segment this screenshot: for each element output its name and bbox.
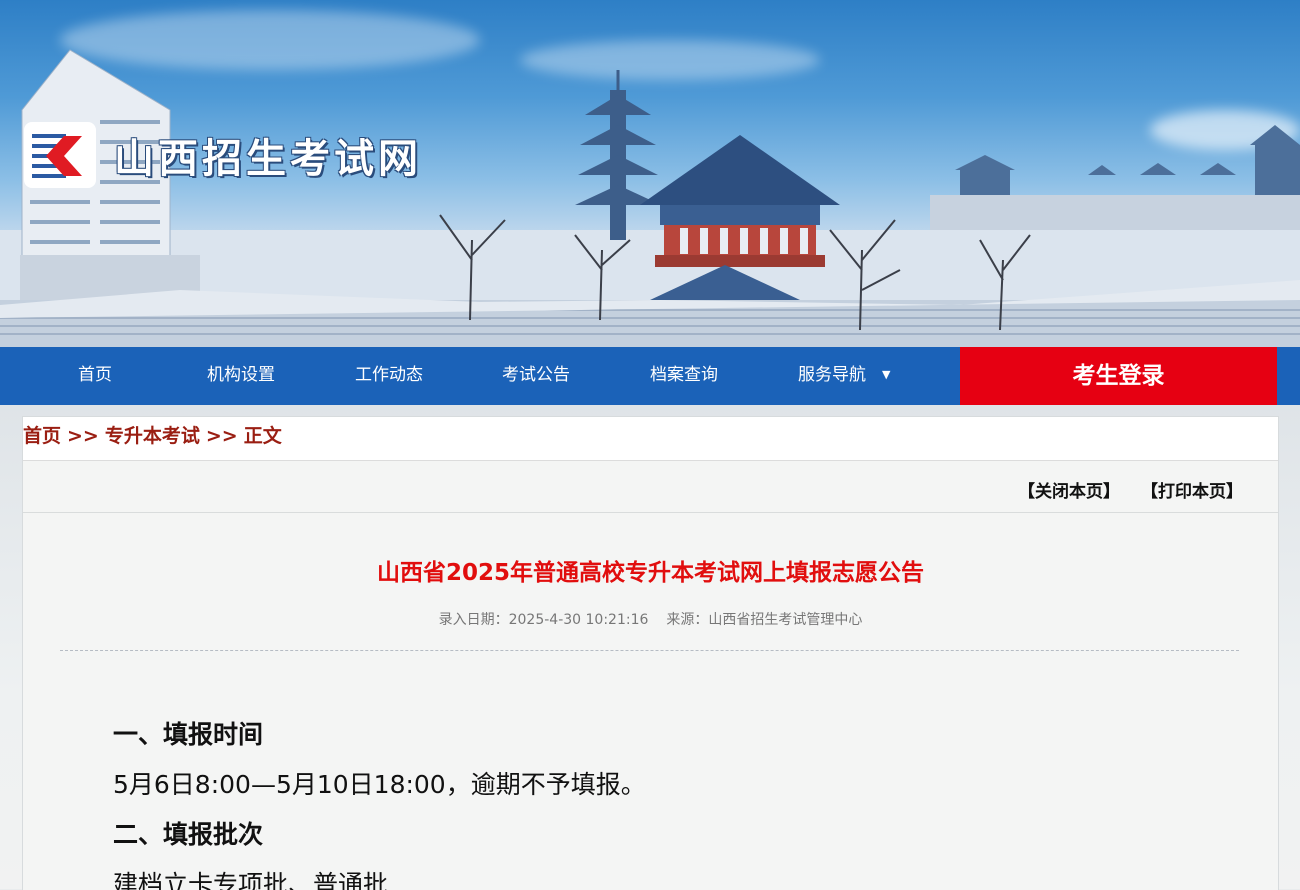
date-label: 录入日期： [438,612,509,628]
section-text: 5月6日8:00—5月10日18:00，逾期不予填报。 [113,770,646,799]
nav-item-work-news[interactable]: 工作动态 [355,347,423,405]
article-body: 一、填报时间 5月6日8:00—5月10日18:00，逾期不予填报。 二、填报批… [113,717,1213,890]
caret-down-icon: ▼ [882,368,891,381]
main-nav: 首页 机构设置 工作动态 考试公告 档案查询 服务导航 ▼ 考生登录 [0,347,1300,405]
nav-item-exam-notices[interactable]: 考试公告 [502,347,570,405]
nav-item-organization[interactable]: 机构设置 [207,347,275,405]
article-tools-bar: 【关闭本页】 【打印本页】 [23,461,1278,513]
print-page-button[interactable]: 【打印本页】 [1141,477,1243,502]
site-logo[interactable]: 山西招生考试网 [24,122,422,188]
breadcrumb-bar: 首页 >> 专升本考试 >> 正文 [23,417,1278,461]
article-source: 山西省招生考试管理中心 [708,612,863,628]
source-label: 来源： [666,612,709,628]
article-meta: 录入日期：2025-4-30 10:21:16 来源：山西省招生考试管理中心 [23,609,1278,629]
section-heading: 一、填报时间 [113,720,264,749]
header-banner: 山西招生考试网 [0,0,1300,347]
breadcrumb-category[interactable]: 专升本考试 [105,425,200,447]
breadcrumb-current: 正文 [243,425,282,447]
breadcrumb-separator: >> [205,425,238,447]
article-title: 山西省2025年普通高校专升本考试网上填报志愿公告 [376,560,924,586]
section-heading: 二、填报批次 [113,820,264,849]
candidate-login-button[interactable]: 考生登录 [960,347,1277,405]
nav-item-home[interactable]: 首页 [78,347,112,405]
nav-item-service-guide[interactable]: 服务导航 ▼ [798,347,890,405]
breadcrumb-separator: >> [67,425,99,447]
breadcrumb-home[interactable]: 首页 [23,425,61,447]
site-name: 山西招生考试网 [114,135,422,182]
article-card: 首页 >> 专升本考试 >> 正文 【关闭本页】 【打印本页】 山西省2025年普通高校… [22,416,1279,890]
breadcrumb: 首页 >> 专升本考试 >> 正文 [23,421,282,448]
nav-item-service-guide-label: 服务导航 [798,365,866,385]
entry-date: 2025-4-30 10:21:16 [508,612,649,628]
close-page-button[interactable]: 【关闭本页】 [1018,477,1120,502]
meta-divider [60,650,1239,651]
logo-emblem-icon [24,122,96,188]
section-text: 建档立卡专项批、普通批 [113,870,389,890]
nav-item-archive-query[interactable]: 档案查询 [650,347,718,405]
